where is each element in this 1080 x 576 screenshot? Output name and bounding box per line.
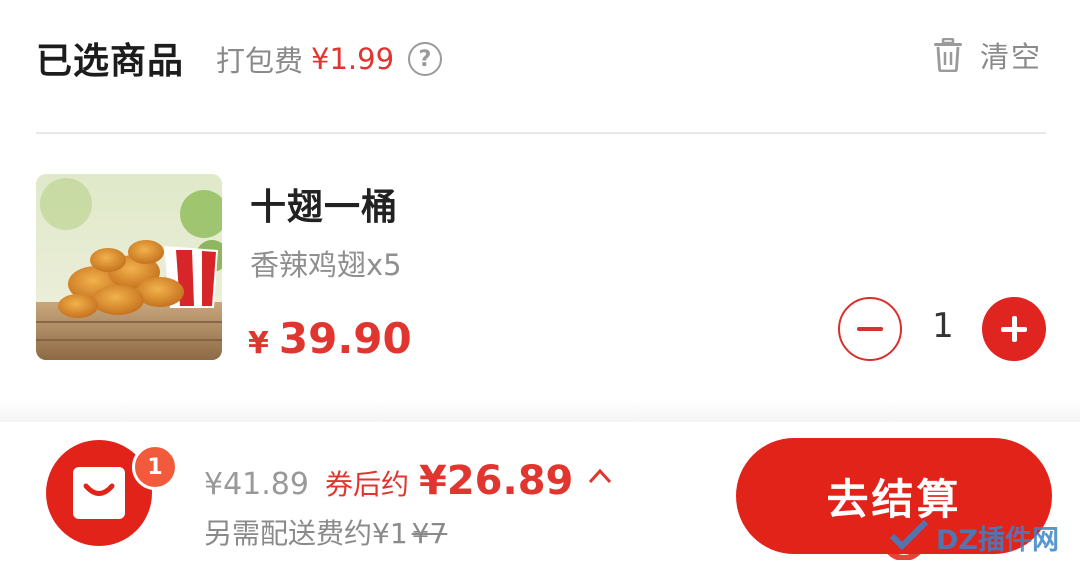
pack-fee-label: 打包费 bbox=[216, 44, 304, 78]
quantity-value: 1 bbox=[932, 306, 954, 346]
bottom-shadow bbox=[0, 400, 1080, 424]
watermark-logo-icon bbox=[881, 515, 929, 560]
pack-fee-info: 打包费 ¥1.99 ? bbox=[216, 38, 443, 80]
cart-item: 十翅一桶 香辣鸡翅x5 ¥ 39.90 1 bbox=[36, 174, 1046, 364]
delivery-fee-original: ¥7 bbox=[411, 517, 448, 550]
watermark-text: DZ插件网 bbox=[936, 524, 1059, 556]
delivery-fee-text: 另需配送费约¥1 bbox=[204, 517, 408, 550]
product-image[interactable] bbox=[36, 174, 222, 360]
price-summary: ¥41.89 券后约 ¥26.89 bbox=[204, 458, 613, 504]
price-amount: 39.90 bbox=[278, 314, 412, 363]
help-icon[interactable]: ? bbox=[408, 42, 443, 76]
clear-label: 清空 bbox=[979, 40, 1042, 74]
chevron-up-icon[interactable] bbox=[587, 466, 613, 486]
cart-count-badge: 1 bbox=[132, 444, 178, 490]
shopping-bag-icon bbox=[73, 467, 125, 519]
original-total: ¥41.89 bbox=[204, 467, 309, 502]
cart-header: 已选商品 打包费 ¥1.99 ? 清空 bbox=[36, 28, 1044, 84]
page-title: 已选商品 bbox=[36, 41, 185, 82]
trash-icon bbox=[933, 38, 962, 72]
currency-symbol: ¥ bbox=[248, 326, 269, 361]
delivery-fee-info: 另需配送费约¥1 ¥7 bbox=[204, 512, 447, 552]
coupon-label: 券后约 bbox=[324, 468, 409, 501]
quantity-stepper: 1 bbox=[838, 296, 1046, 362]
pack-fee-price: ¥1.99 bbox=[311, 42, 395, 76]
increase-quantity-button[interactable] bbox=[982, 297, 1046, 361]
cart-panel: 已选商品 打包费 ¥1.99 ? 清空 十翅一桶 香辣鸡翅x5 ¥ 39.90 … bbox=[0, 0, 1080, 576]
item-price: ¥ 39.90 bbox=[248, 314, 412, 363]
divider bbox=[36, 132, 1046, 134]
decrease-quantity-button[interactable] bbox=[838, 297, 902, 361]
final-total: ¥26.89 bbox=[419, 458, 574, 504]
item-description: 香辣鸡翅x5 bbox=[250, 248, 402, 282]
watermark: DZ插件网 bbox=[874, 514, 1059, 560]
clear-cart-button[interactable]: 清空 bbox=[932, 34, 1042, 76]
item-name: 十翅一桶 bbox=[250, 187, 399, 228]
